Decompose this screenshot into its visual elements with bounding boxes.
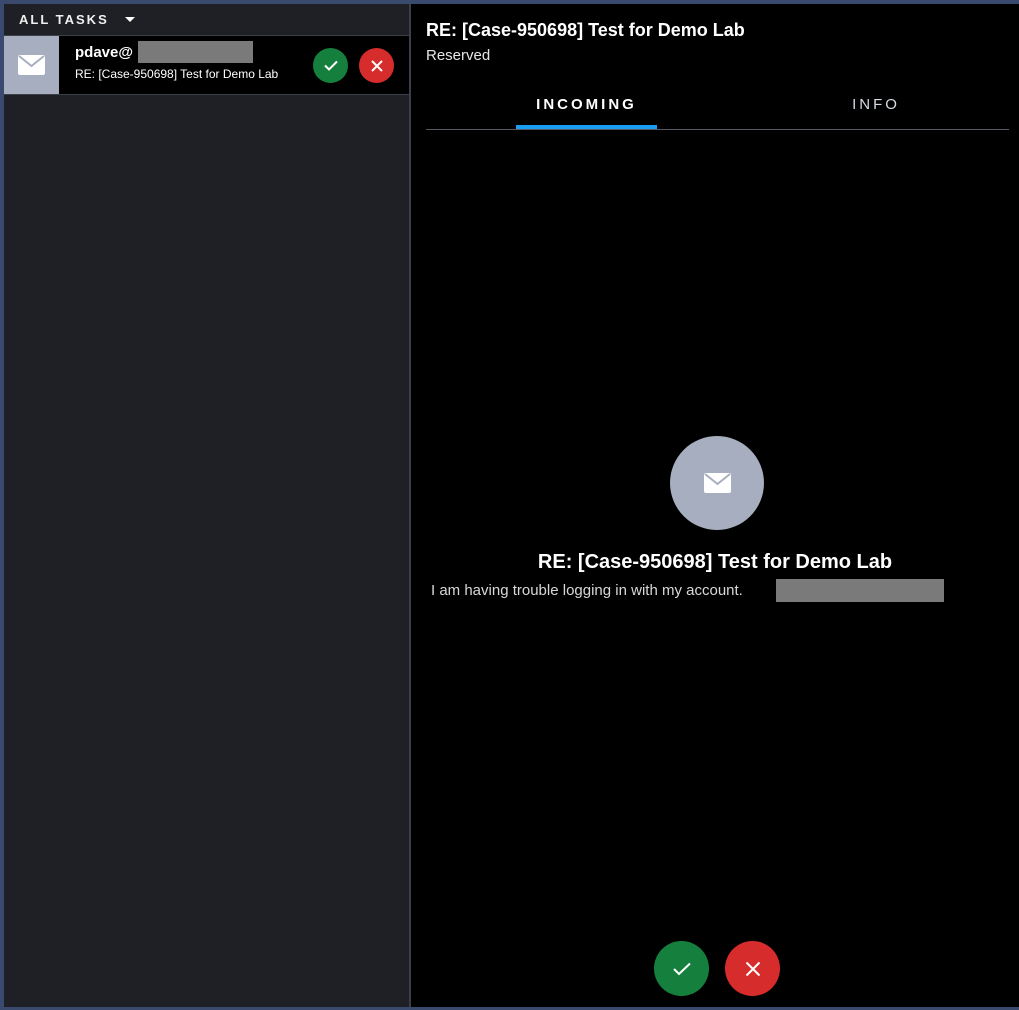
mail-icon [703,473,731,493]
check-icon [672,962,691,975]
task-detail-title: RE: [Case-950698] Test for Demo Lab [426,20,745,40]
all-tasks-label: ALL TASKS [19,12,109,27]
all-tasks-filter[interactable]: ALL TASKS [4,4,409,35]
tab-incoming[interactable]: INCOMING [516,96,657,113]
accept-button[interactable] [654,941,709,996]
reject-button[interactable] [725,941,780,996]
incoming-message-preview: I am having trouble logging in with my a… [431,582,743,599]
task-channel-avatar [4,36,59,94]
task-status: Reserved [426,47,491,64]
task-reject-button[interactable] [359,48,394,83]
tab-info[interactable]: INFO [821,96,931,113]
redacted-text [776,579,944,602]
tabs-divider [426,129,1009,130]
task-subject: RE: [Case-950698] Test for Demo Lab [75,67,279,81]
incoming-subject: RE: [Case-950698] Test for Demo Lab [537,551,893,573]
task-detail-panel: RE: [Case-950698] Test for Demo Lab Rese… [411,4,1019,1007]
incoming-channel-avatar [670,436,764,530]
task-from: pdave@ [75,44,133,61]
close-icon [370,59,383,72]
mail-icon [18,55,45,75]
task-list-item[interactable]: pdave@ RE: [Case-950698] Test for Demo L… [4,35,409,95]
redacted-email [138,41,253,63]
active-tab-indicator [516,125,657,129]
chevron-down-icon[interactable] [124,17,135,22]
check-icon [323,60,338,71]
close-icon [745,961,760,976]
task-accept-button[interactable] [313,48,348,83]
task-list-panel: ALL TASKS pdave@ RE: [Case-950698] Test … [4,4,411,1007]
